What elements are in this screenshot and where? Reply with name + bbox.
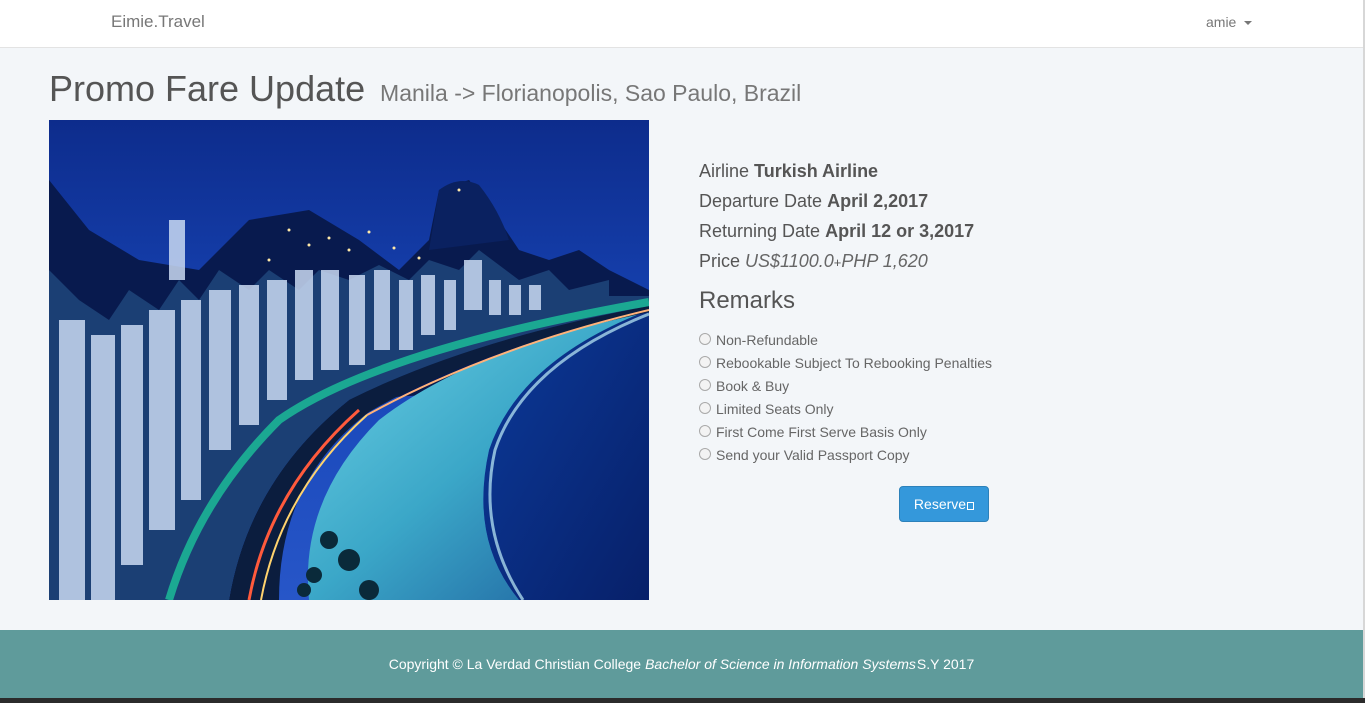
footer: Copyright © La Verdad Christian College …: [0, 630, 1363, 698]
price-label: Price: [699, 251, 741, 271]
departure-value: April 2,2017: [827, 191, 929, 211]
returning-label: Returning Date: [699, 221, 821, 241]
radio-button[interactable]: [699, 401, 711, 414]
remark-label: Limited Seats Only: [716, 400, 834, 417]
radio-button[interactable]: [699, 355, 711, 368]
price-usd: US$1100.0: [745, 251, 834, 271]
footer-copyright: Copyright © La Verdad Christian College: [388, 656, 642, 672]
remark-label: Send your Valid Passport Copy: [716, 446, 910, 463]
reserve-button[interactable]: Reserve: [899, 486, 989, 522]
price-php: PHP 1,620: [841, 251, 928, 271]
reserve-label: Reserve: [913, 496, 967, 512]
remark-book-and-buy[interactable]: Book & Buy: [699, 374, 992, 397]
airline-row: Airline Turkish Airline: [699, 156, 1299, 186]
remark-passport-copy[interactable]: Send your Valid Passport Copy: [699, 443, 992, 466]
radio-button[interactable]: [699, 447, 711, 460]
price-row: Price US$1100.0+PHP 1,620: [699, 246, 1299, 278]
footer-program: Bachelor of Science in Information Syste…: [645, 656, 916, 672]
route-subtitle: Manila -> Florianopolis, Sao Paulo, Braz…: [380, 80, 802, 106]
remark-label: First Come First Serve Basis Only: [716, 423, 927, 440]
fare-details: Airline Turkish Airline Departure Date A…: [699, 156, 1299, 278]
radio-button[interactable]: [699, 332, 711, 345]
remark-label: Non-Refundable: [716, 331, 818, 348]
airline-label: Airline: [699, 161, 750, 181]
departure-row: Departure Date April 2,2017: [699, 186, 1299, 216]
returning-value: April 12 or 3,2017: [825, 221, 975, 241]
remark-label: Book & Buy: [716, 377, 790, 394]
unknown-glyph-icon: [967, 501, 975, 510]
airline-value: Turkish Airline: [754, 161, 879, 181]
remark-label: Rebookable Subject To Rebooking Penaltie…: [716, 354, 993, 371]
returning-row: Returning Date April 12 or 3,2017: [699, 216, 1299, 246]
user-menu-dropdown[interactable]: amie: [1206, 14, 1253, 30]
radio-button[interactable]: [699, 378, 711, 391]
remarks-list: Non-Refundable Rebookable Subject To Reb…: [699, 328, 992, 466]
user-name: amie: [1206, 14, 1237, 30]
remark-first-come[interactable]: First Come First Serve Basis Only: [699, 420, 992, 443]
footer-year: S.Y 2017: [916, 656, 975, 672]
remark-non-refundable[interactable]: Non-Refundable: [699, 328, 992, 351]
caret-down-icon: [1244, 21, 1253, 26]
page-title-text: Promo Fare Update: [49, 68, 366, 109]
brand-logo[interactable]: Eimie.Travel: [111, 12, 205, 32]
departure-label: Departure Date: [699, 191, 823, 211]
window-bottom-edge: [0, 698, 1365, 703]
remark-limited-seats[interactable]: Limited Seats Only: [699, 397, 992, 420]
radio-button[interactable]: [699, 424, 711, 437]
destination-photo-illustration: [49, 120, 649, 600]
destination-photo: [49, 120, 649, 600]
page-title: Promo Fare Update Manila -> Florianopoli…: [49, 68, 801, 110]
remarks-heading: Remarks: [699, 287, 796, 314]
remark-rebookable[interactable]: Rebookable Subject To Rebooking Penaltie…: [699, 351, 992, 374]
top-navbar: Eimie.Travel amie: [0, 0, 1363, 48]
